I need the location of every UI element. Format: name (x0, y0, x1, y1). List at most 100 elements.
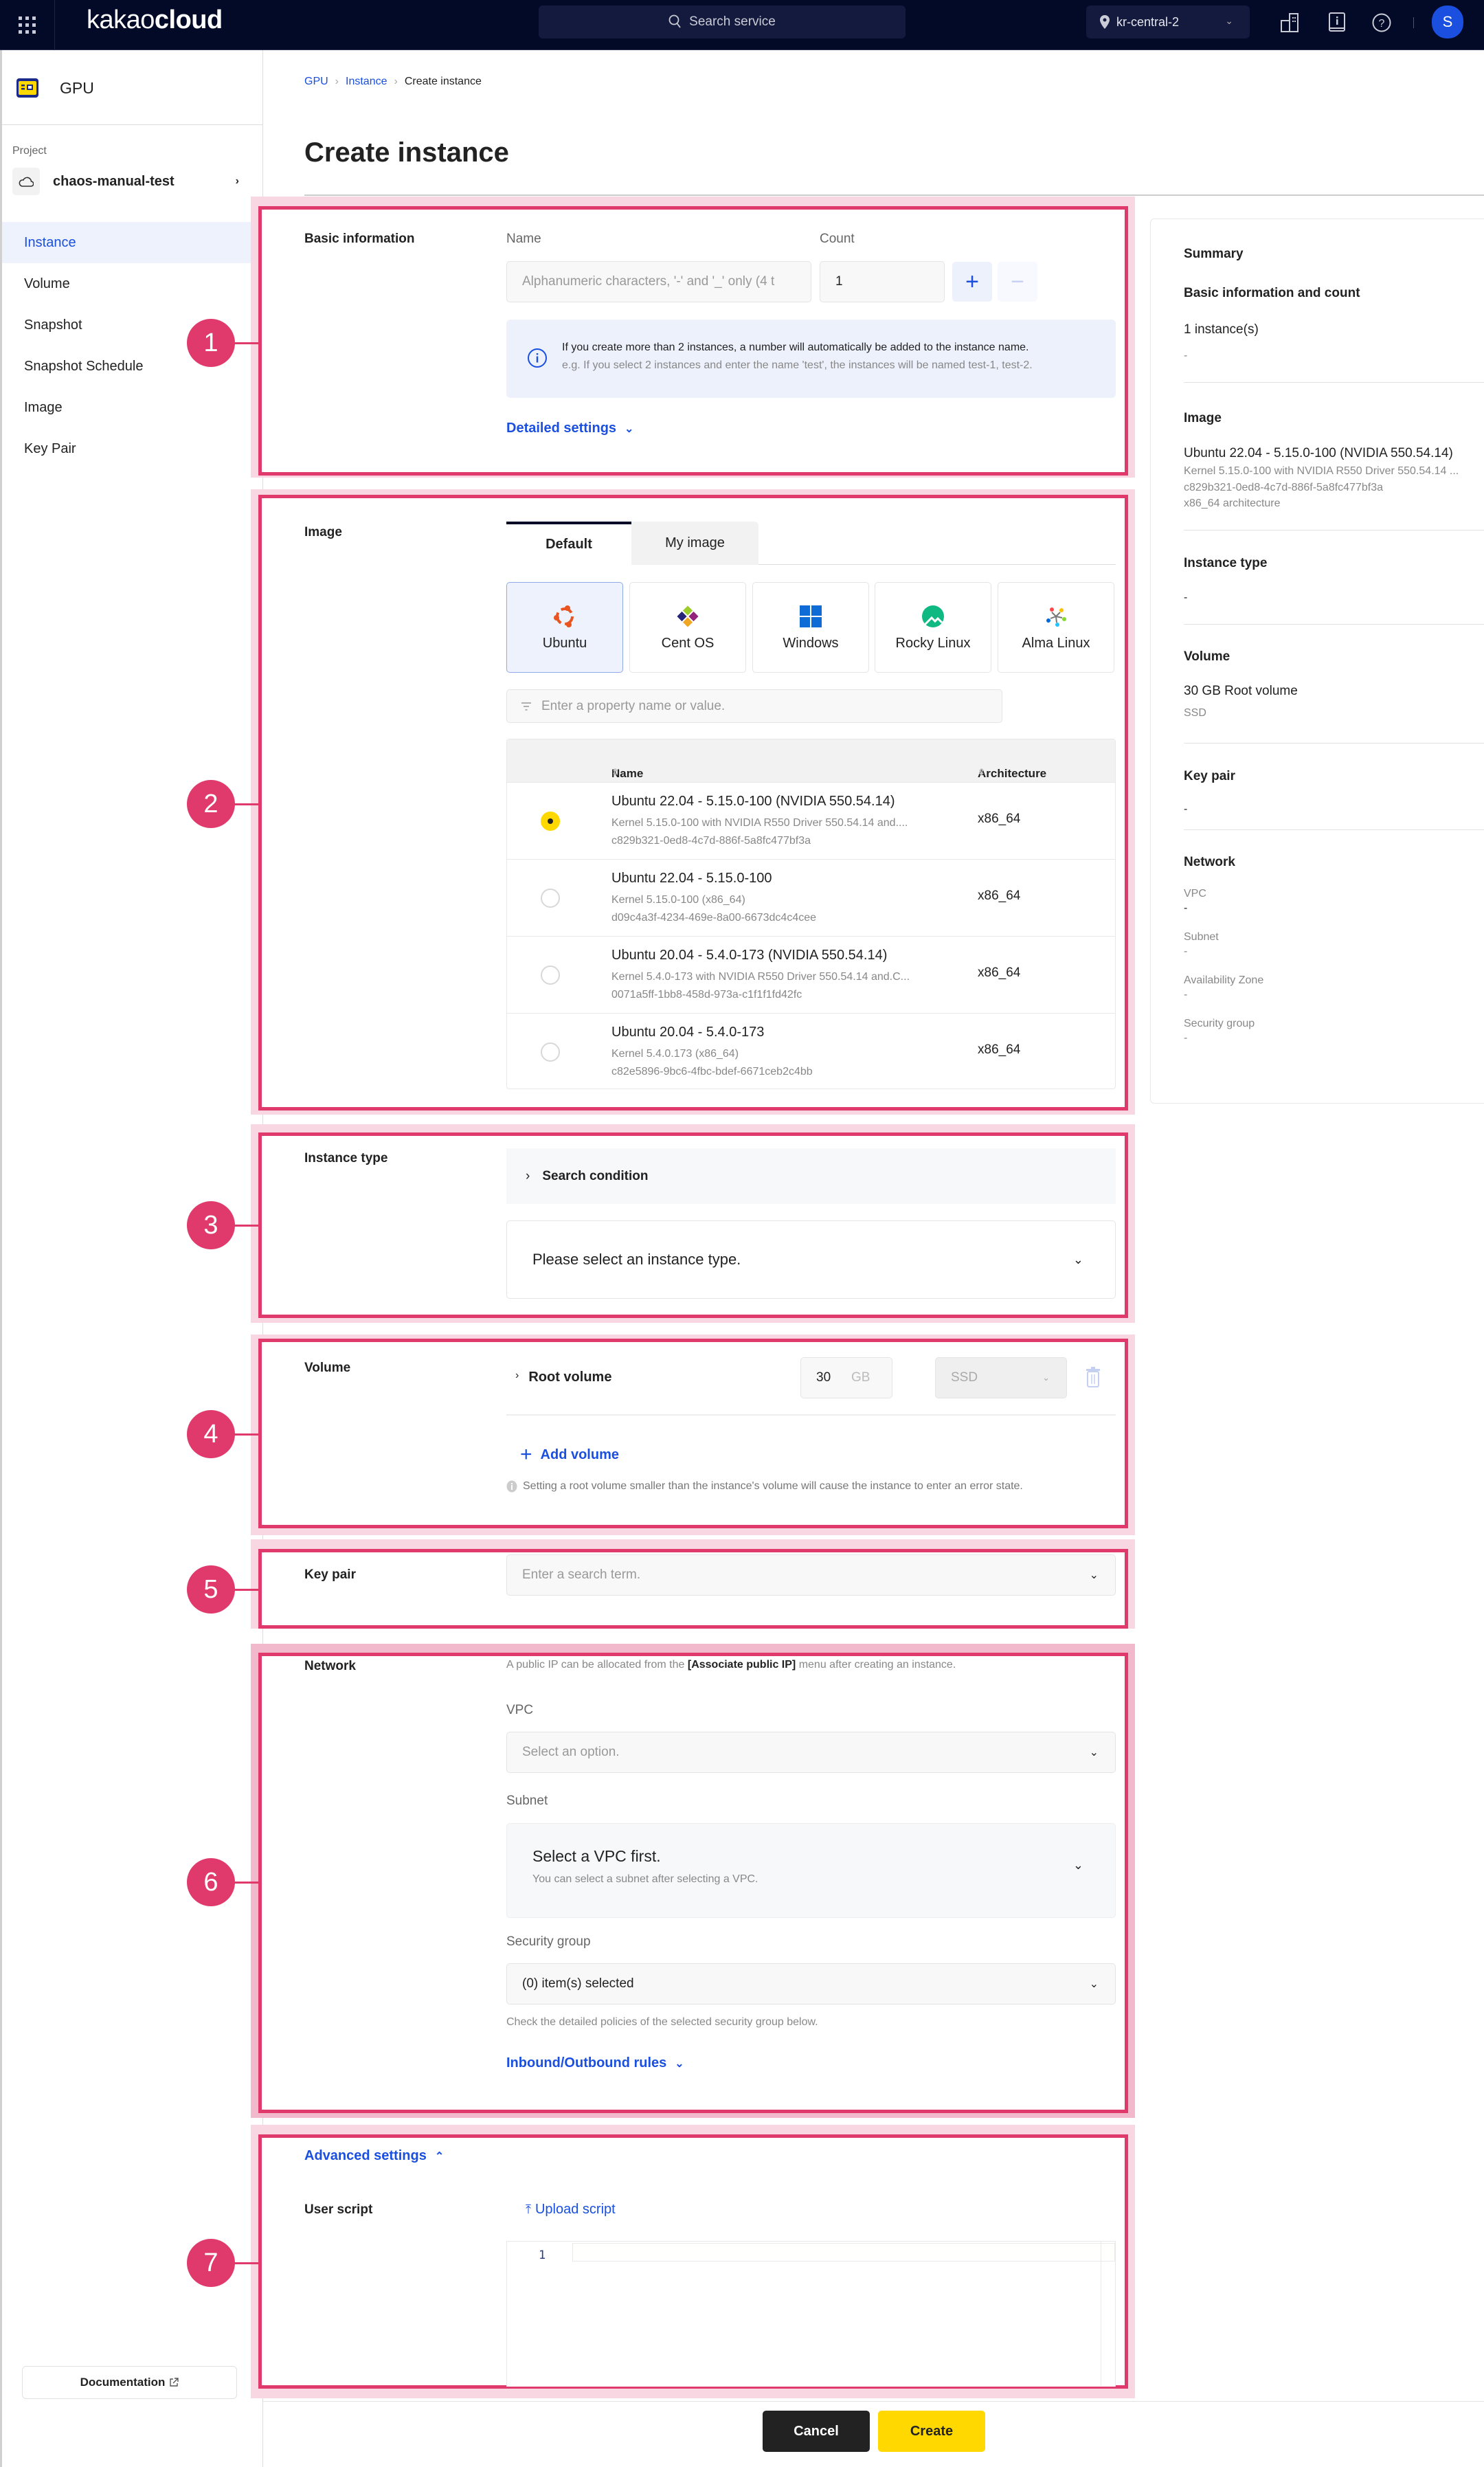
instance-type-select[interactable]: Please select an instance type. ⌄ (506, 1220, 1116, 1299)
divider (263, 2401, 1484, 2402)
volume-size-input[interactable]: 30 (800, 1357, 851, 1398)
table-row[interactable]: Ubuntu 20.04 - 5.4.0-173 Kernel 5.4.0.17… (507, 1013, 1115, 1090)
apps-grid-button[interactable] (0, 0, 55, 50)
count-value: 1 (835, 274, 843, 289)
info-guide-button[interactable] (1326, 11, 1348, 34)
sidebar-item-instance[interactable]: Instance (2, 222, 263, 263)
os-option-windows[interactable]: Windows (752, 582, 869, 673)
key-pair-select[interactable]: Enter a search term. ⌄ (506, 1554, 1116, 1596)
create-button[interactable]: Create (878, 2411, 985, 2452)
service-search-input[interactable]: Search service (539, 5, 906, 38)
filter-icon (521, 702, 531, 711)
image-description: Kernel 5.4.0-173 with NVIDIA R550 Driver… (611, 971, 910, 983)
note-emphasis: [Associate public IP] (687, 1659, 796, 1671)
windows-icon (800, 605, 822, 627)
os-option-ubuntu[interactable]: Ubuntu (506, 582, 623, 673)
chevron-right-icon: › (526, 1168, 530, 1183)
image-description: Kernel 5.15.0-100 (x86_64) (611, 894, 745, 906)
security-group-select[interactable]: (0) item(s) selected ⌄ (506, 1963, 1116, 2005)
row-radio[interactable] (541, 889, 560, 908)
sidebar-item-label: Key Pair (24, 440, 76, 456)
inbound-outbound-rules-toggle[interactable]: Inbound/Outbound rules ⌄ (506, 2055, 684, 2071)
image-name: Ubuntu 20.04 - 5.4.0-173 (611, 1025, 765, 1040)
user-avatar[interactable]: S (1432, 5, 1463, 38)
image-name: Ubuntu 20.04 - 5.4.0-173 (NVIDIA 550.54.… (611, 948, 888, 963)
advanced-settings-toggle[interactable]: Advanced settings ⌃ (304, 2148, 444, 2164)
logo-light-text: kakao (87, 5, 155, 34)
summary-volume-heading: Volume (1184, 649, 1230, 664)
cancel-label: Cancel (794, 2423, 839, 2439)
summary-basic-name: - (1184, 350, 1188, 361)
plus-icon: + (965, 268, 979, 295)
sidebar-item-key-pair[interactable]: Key Pair (2, 428, 263, 469)
sidebar-item-volume[interactable]: Volume (2, 263, 263, 304)
os-option-alma-linux[interactable]: Alma Linux (998, 582, 1114, 673)
row-radio-selected[interactable] (541, 812, 560, 831)
tab-my-image[interactable]: My image (631, 522, 758, 565)
summary-vpc-value: - (1184, 902, 1188, 914)
volume-label: Volume (304, 1361, 351, 1375)
summary-security-group-label: Security group (1184, 1018, 1255, 1029)
info-example: e.g. If you select 2 instances and enter… (562, 359, 1033, 371)
rules-link-label: Inbound/Outbound rules (506, 2055, 667, 2070)
row-radio[interactable] (541, 965, 560, 985)
row-radio[interactable] (541, 1042, 560, 1062)
user-script-editor[interactable]: 1 (506, 2241, 1116, 2387)
summary-az-label: Availability Zone (1184, 974, 1264, 986)
organization-button[interactable] (1279, 11, 1301, 34)
info-notice: If you create more than 2 instances, a n… (506, 320, 1116, 398)
summary-volume-type: SSD (1184, 707, 1206, 719)
subnet-select[interactable]: Select a VPC first. You can select a sub… (506, 1823, 1116, 1918)
summary-basic-count: 1 instance(s) (1184, 322, 1259, 337)
add-volume-button[interactable]: + Add volume (520, 1443, 619, 1466)
annotation-number: 5 (203, 1574, 218, 1604)
divider (1184, 624, 1484, 625)
security-group-label: Security group (506, 1934, 591, 1949)
vpc-select[interactable]: Select an option. ⌄ (506, 1732, 1116, 1773)
project-selector[interactable]: chaos-manual-test › (12, 167, 246, 196)
documentation-label: Documentation (80, 2376, 166, 2389)
image-id: d09c4a3f-4234-469e-8a00-6673dc4c4cee (611, 912, 817, 924)
region-selector[interactable]: kr-central-2 ⌄ (1086, 5, 1250, 38)
root-volume-toggle[interactable]: › Root volume (515, 1370, 611, 1385)
kakaocloud-logo[interactable]: kakaocloud (87, 5, 223, 35)
top-navigation-bar: kakaocloud Search service kr-central-2 ⌄… (0, 0, 1484, 50)
annotation-connector (234, 1433, 261, 1436)
annotation-badge: 7 (187, 2239, 235, 2287)
count-decrement-button[interactable]: − (998, 262, 1037, 302)
image-filter-input[interactable]: Enter a property name or value. (506, 689, 1002, 723)
os-option-centos[interactable]: Cent OS (629, 582, 746, 673)
volume-type-select[interactable]: SSD ⌄ (935, 1357, 1067, 1398)
security-group-value: (0) item(s) selected (522, 1976, 634, 1991)
documentation-button[interactable]: Documentation (22, 2366, 237, 2399)
detailed-settings-toggle[interactable]: Detailed settings ⌄ (506, 421, 633, 436)
chevron-right-icon: › (235, 175, 239, 187)
image-table: Name ⇕ Architecture ⇕ Ubuntu 22.04 - 5.1… (506, 739, 1116, 1089)
summary-panel: Summary Basic information and count 1 in… (1150, 219, 1484, 1104)
table-row[interactable]: Ubuntu 22.04 - 5.15.0-100 Kernel 5.15.0-… (507, 859, 1115, 936)
summary-instance-type-value: - (1184, 592, 1188, 603)
count-input[interactable]: 1 (820, 261, 945, 302)
tab-default[interactable]: Default (506, 522, 631, 565)
info-icon (506, 1480, 517, 1493)
breadcrumb-gpu[interactable]: GPU (304, 76, 328, 88)
divider (304, 194, 1484, 196)
table-row[interactable]: Ubuntu 20.04 - 5.4.0-173 (NVIDIA 550.54.… (507, 936, 1115, 1013)
chevron-down-icon: ⌄ (1089, 1747, 1099, 1759)
search-condition-toggle[interactable]: › Search condition (506, 1148, 1116, 1204)
instance-name-input[interactable]: Alphanumeric characters, '-' and '_' onl… (506, 261, 811, 302)
os-option-rocky-linux[interactable]: Rocky Linux (875, 582, 991, 673)
count-increment-button[interactable]: + (952, 262, 992, 302)
upload-script-button[interactable]: ⤒ Upload script (526, 2202, 616, 2218)
cloud-icon (12, 168, 40, 195)
delete-volume-button[interactable] (1086, 1366, 1101, 1392)
summary-image-heading: Image (1184, 411, 1222, 425)
table-row[interactable]: Ubuntu 22.04 - 5.15.0-100 (NVIDIA 550.54… (507, 782, 1115, 859)
breadcrumb-instance[interactable]: Instance (346, 76, 387, 88)
annotation-connector (234, 342, 261, 344)
summary-instance-type-heading: Instance type (1184, 556, 1268, 570)
vpc-label: VPC (506, 1703, 534, 1717)
sidebar-item-image[interactable]: Image (2, 387, 263, 428)
cancel-button[interactable]: Cancel (763, 2411, 870, 2452)
help-button[interactable]: ? (1371, 11, 1393, 34)
